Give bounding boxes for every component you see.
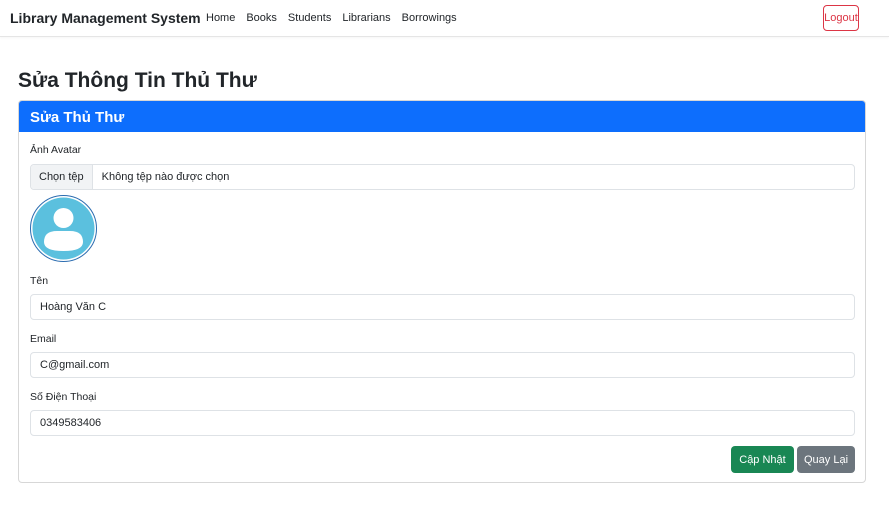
- back-button[interactable]: Quay Lại: [797, 446, 855, 473]
- user-avatar-icon: [30, 195, 97, 262]
- card-header: Sửa Thủ Thư: [19, 101, 865, 132]
- name-field[interactable]: [30, 294, 855, 320]
- file-status-text: Không tệp nào được chọn: [101, 171, 230, 183]
- nav-link-students[interactable]: Students: [288, 12, 331, 24]
- choose-file-button[interactable]: Chọn tệp: [31, 165, 93, 189]
- page-title: Sửa Thông Tin Thủ Thư: [18, 69, 257, 92]
- nav-link-home[interactable]: Home: [206, 12, 235, 24]
- edit-librarian-card: Sửa Thủ Thư Ảnh Avatar Chọn tệp Không tệ…: [18, 100, 866, 483]
- name-label: Tên: [30, 275, 49, 287]
- phone-label: Số Điện Thoại: [30, 391, 97, 403]
- update-button[interactable]: Cập Nhật: [731, 446, 794, 473]
- nav-link-librarians[interactable]: Librarians: [342, 12, 390, 24]
- avatar-file-input[interactable]: Chọn tệp Không tệp nào được chọn: [30, 164, 855, 190]
- navbar-brand[interactable]: Library Management System: [10, 10, 201, 26]
- phone-field[interactable]: [30, 410, 855, 436]
- nav-link-books[interactable]: Books: [246, 12, 277, 24]
- email-field[interactable]: [30, 352, 855, 378]
- avatar-label: Ảnh Avatar: [30, 144, 82, 156]
- email-label: Email: [30, 333, 57, 345]
- logout-button[interactable]: Logout: [823, 5, 859, 31]
- navbar: Library Management System Home Books Stu…: [0, 0, 889, 37]
- nav-link-borrowings[interactable]: Borrowings: [402, 12, 457, 24]
- nav-links: Home Books Students Librarians Borrowing…: [206, 12, 457, 24]
